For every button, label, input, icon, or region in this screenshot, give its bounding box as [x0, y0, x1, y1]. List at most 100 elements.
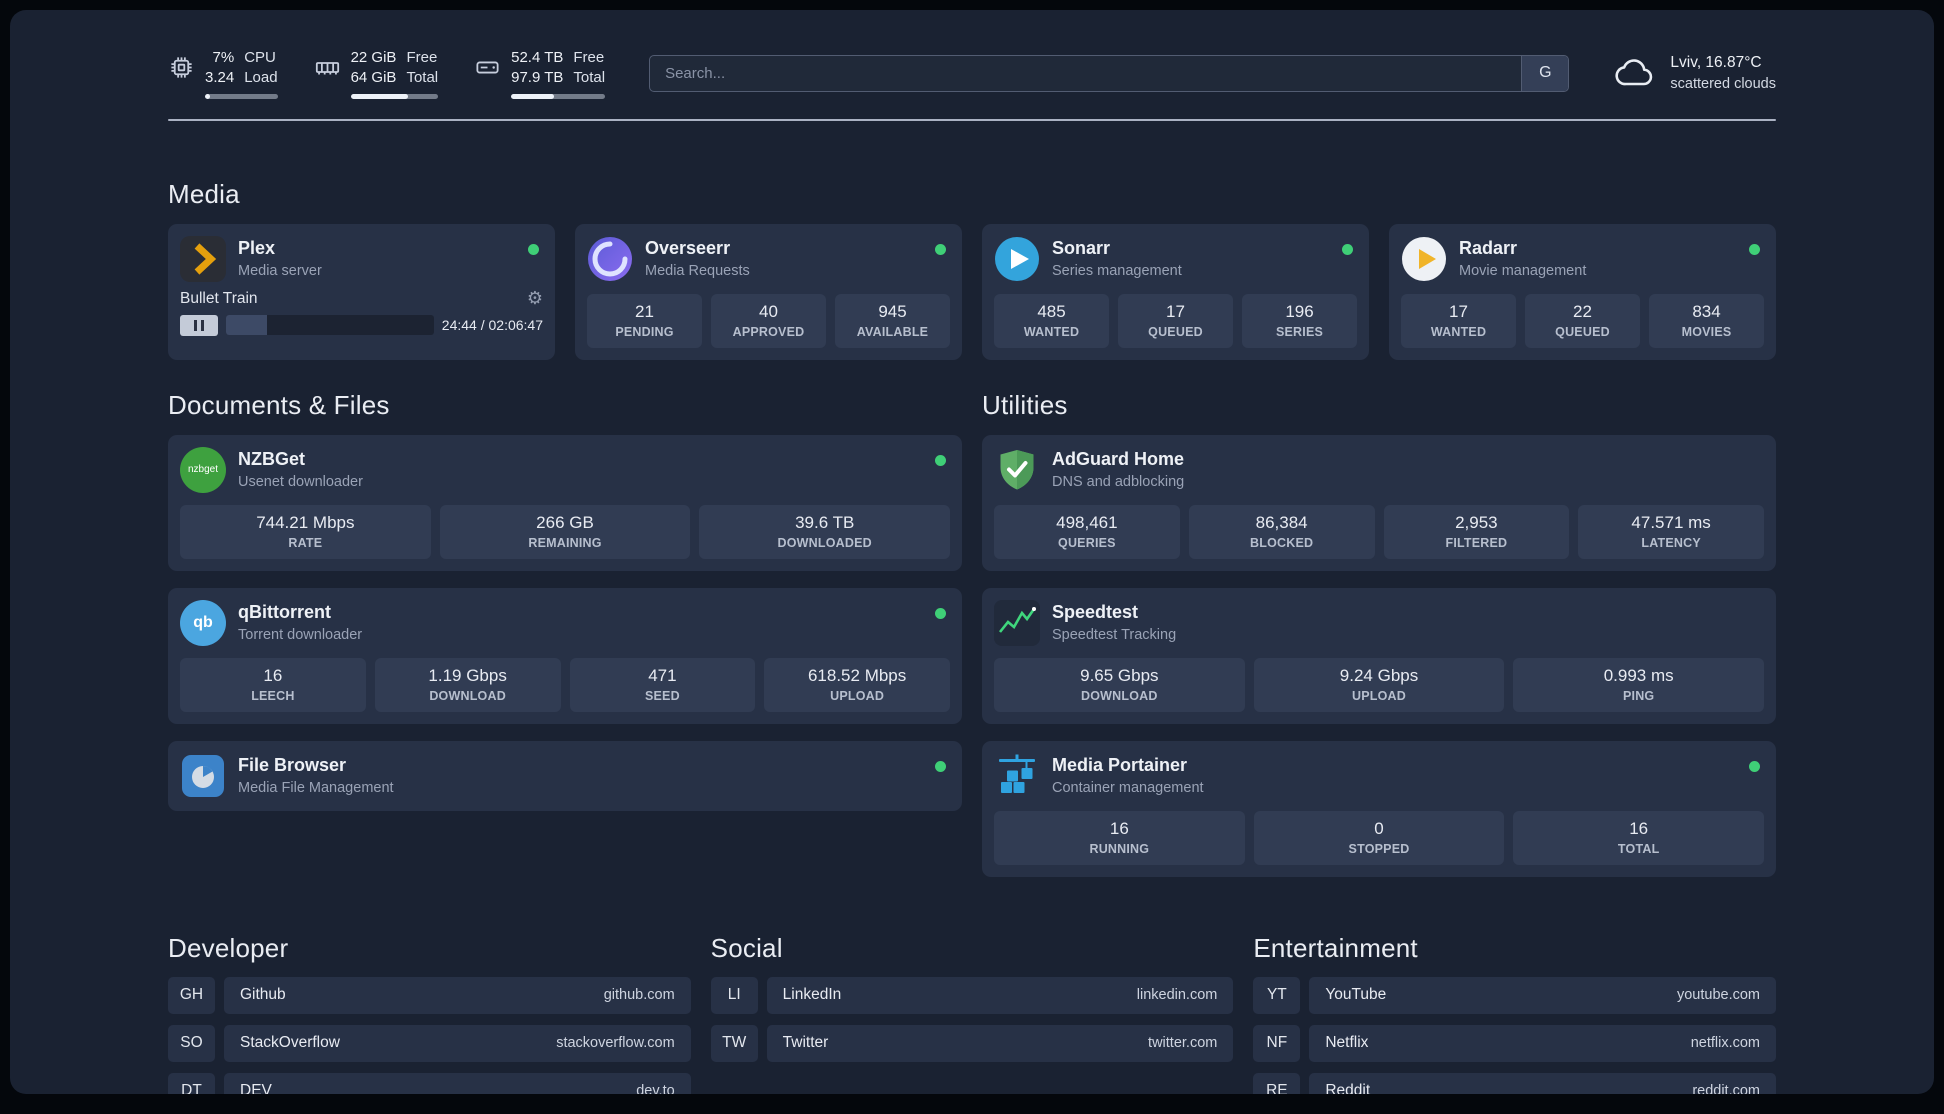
bookmark-body: LinkedIn linkedin.com: [766, 976, 1234, 1014]
stat-value: 47.571 ms: [1631, 513, 1711, 533]
stat-tile: 266 GB REMAINING: [439, 504, 691, 559]
bookmark-twitter[interactable]: TW Twitter twitter.com: [710, 1024, 1234, 1062]
nzbget-icon: nzbget: [180, 446, 226, 493]
bookmark-abbr: TW: [710, 1024, 758, 1062]
app-subtitle: Torrent downloader: [238, 626, 363, 643]
stat-label: RUNNING: [1089, 842, 1150, 857]
stat-tile: 39.6 TB DOWNLOADED: [699, 504, 951, 559]
stat-tile: 2,953 FILTERED: [1383, 504, 1570, 559]
search-engine-button[interactable]: G: [1521, 55, 1569, 91]
stat-label: UPLOAD: [1352, 689, 1406, 704]
bookmark-linkedin[interactable]: LI LinkedIn linkedin.com: [710, 976, 1234, 1014]
app-subtitle: DNS and adblocking: [1052, 473, 1185, 490]
stat-value: 17: [1166, 302, 1185, 322]
app-title: NZBGet: [238, 449, 305, 470]
stat-value: 744.21 Mbps: [256, 513, 355, 533]
app-title: Media Portainer: [1052, 755, 1188, 776]
weather-condition: scattered clouds: [1670, 75, 1776, 92]
disk-icon: [474, 54, 501, 81]
bookmark-body: Reddit reddit.com: [1309, 1072, 1777, 1094]
weather-location: Lviv, 16.87°C: [1670, 54, 1762, 72]
cpu-load-label: Load: [244, 68, 278, 86]
app-card-portainer[interactable]: Media Portainer Container management 16 …: [982, 740, 1776, 877]
ram-free-value: 22 GiB: [350, 49, 397, 66]
stat-label: WANTED: [1430, 325, 1487, 340]
search-input[interactable]: [650, 55, 1522, 91]
disk-free-value: 52.4 TB: [511, 49, 564, 66]
ram-total-value: 64 GiB: [350, 68, 397, 86]
status-dot: [1342, 243, 1353, 255]
divider: [168, 118, 1776, 121]
stat-value: 9.24 Gbps: [1339, 666, 1419, 686]
bookmark-youtube[interactable]: YT YouTube youtube.com: [1253, 976, 1777, 1014]
stat-label: SERIES: [1275, 325, 1324, 340]
bookmark-dev[interactable]: DT DEV dev.to: [168, 1072, 691, 1094]
stat-label: SEED: [644, 689, 680, 704]
stat-value: 9.65 Gbps: [1080, 666, 1159, 686]
app-card-overseerr[interactable]: Overseerr Media Requests 21 PENDING 40 A…: [575, 223, 962, 360]
app-card-qbittorrent[interactable]: qb qBittorrent Torrent downloader 16 LEE…: [168, 587, 962, 724]
app-card-nzbget[interactable]: nzbget NZBGet Usenet downloader 744.21 M…: [168, 434, 962, 571]
app-card-speedtest[interactable]: Speedtest Speedtest Tracking 9.65 Gbps D…: [982, 587, 1776, 724]
qbittorrent-icon: qb: [180, 599, 226, 646]
app-card-adguard[interactable]: AdGuard Home DNS and adblocking 498,461 …: [982, 434, 1776, 571]
pause-icon: [200, 319, 205, 331]
radarr-icon: [1401, 236, 1447, 282]
settings-gear-icon[interactable]: ⚙: [527, 289, 543, 308]
disk-total-value: 97.9 TB: [511, 68, 564, 86]
stat-label: BLOCKED: [1250, 536, 1314, 551]
stat-tile: 17 WANTED: [1401, 293, 1516, 348]
plex-icon: [180, 235, 226, 282]
bookmark-github[interactable]: GH Github github.com: [168, 976, 691, 1014]
app-title: AdGuard Home: [1052, 449, 1185, 470]
disk-usage-bar: [511, 93, 606, 99]
ram-monitor: 22 GiB 64 GiB Free Total: [314, 48, 439, 99]
cpu-label: CPU: [244, 49, 276, 66]
stat-label: QUERIES: [1058, 536, 1116, 551]
pause-button[interactable]: [180, 314, 218, 336]
filebrowser-icon: [180, 753, 226, 799]
stat-label: PING: [1622, 689, 1655, 704]
bookmark-url: netflix.com: [1690, 1035, 1761, 1052]
stat-label: MOVIES: [1681, 325, 1732, 340]
bookmark-name: Github: [240, 986, 286, 1004]
bookmark-name: LinkedIn: [782, 986, 842, 1004]
status-dot: [935, 607, 946, 619]
stat-tile: 945 AVAILABLE: [835, 293, 950, 348]
playback-progress-bar[interactable]: [226, 315, 434, 336]
section-title-entertainment: Entertainment: [1253, 932, 1418, 963]
stat-value: 498,461: [1056, 513, 1118, 533]
stat-label: QUEUED: [1148, 325, 1203, 340]
bookmark-stackoverflow[interactable]: SO StackOverflow stackoverflow.com: [168, 1024, 691, 1062]
app-title: Radarr: [1459, 238, 1518, 259]
stat-label: UPLOAD: [830, 689, 885, 704]
app-card-filebrowser[interactable]: File Browser Media File Management: [168, 740, 962, 811]
bookmark-netflix[interactable]: NF Netflix netflix.com: [1253, 1024, 1777, 1062]
bookmark-reddit[interactable]: RE Reddit reddit.com: [1253, 1072, 1777, 1094]
stat-tile: 1.19 Gbps DOWNLOAD: [374, 657, 561, 712]
stat-tile: 0 STOPPED: [1253, 810, 1505, 865]
stat-value: 196: [1285, 302, 1314, 322]
status-dot: [528, 243, 539, 255]
app-title: qBittorrent: [238, 602, 331, 623]
stat-tile: 0.993 ms PING: [1513, 657, 1765, 712]
app-card-radarr[interactable]: Radarr Movie management 17 WANTED 22 QUE…: [1389, 223, 1776, 360]
playback-time: 24:44 / 02:06:47: [441, 317, 543, 334]
search-bar: G: [649, 54, 1570, 92]
stat-value: 471: [648, 666, 677, 686]
app-card-sonarr[interactable]: Sonarr Series management 485 WANTED 17 Q…: [982, 223, 1369, 360]
weather-widget: Lviv, 16.87°C scattered clouds: [1613, 52, 1776, 94]
stat-tile: 17 QUEUED: [1118, 293, 1233, 348]
stat-value: 16: [1109, 819, 1129, 839]
bookmark-name: Reddit: [1325, 1082, 1371, 1094]
stat-value: 1.19 Gbps: [428, 666, 507, 686]
bookmark-url: stackoverflow.com: [556, 1035, 675, 1052]
app-subtitle: Media Requests: [645, 262, 750, 279]
status-dot: [935, 760, 946, 772]
ram-usage-bar: [350, 93, 439, 99]
app-card-plex[interactable]: Plex Media server Bullet Train ⚙ 24:44 /…: [168, 223, 555, 360]
bookmark-abbr: DT: [168, 1072, 215, 1094]
pause-icon: [193, 319, 198, 331]
bookmark-body: DEV dev.to: [224, 1072, 691, 1094]
stat-tile: 9.24 Gbps UPLOAD: [1253, 657, 1505, 712]
